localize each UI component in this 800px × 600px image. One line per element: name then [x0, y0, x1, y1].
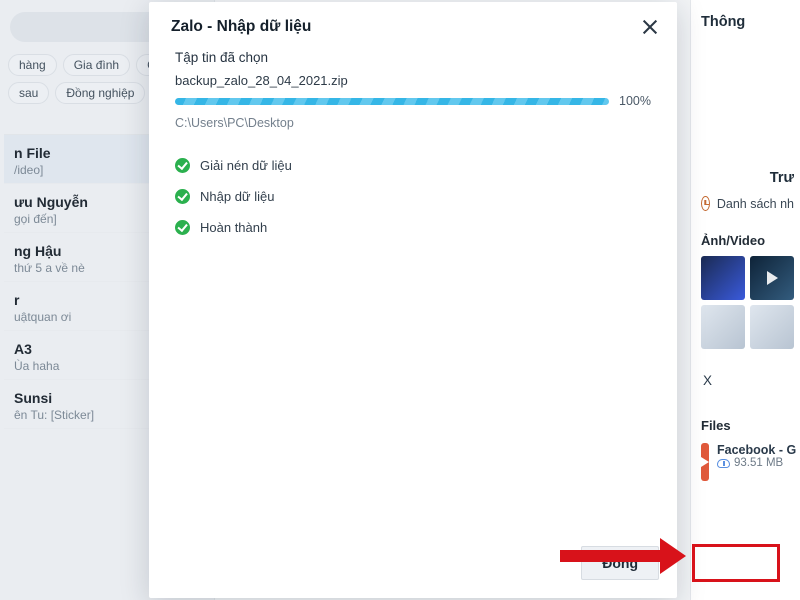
- step-label: Giải nén dữ liệu: [200, 158, 292, 173]
- tag-chip[interactable]: hàng: [8, 54, 57, 76]
- cloud-icon: [717, 459, 730, 468]
- file-path: C:\Users\PC\Desktop: [175, 116, 651, 130]
- show-more-link[interactable]: X: [701, 373, 794, 388]
- tag-chip[interactable]: sau: [8, 82, 49, 104]
- file-item[interactable]: Facebook - G 93.51 MB: [701, 443, 794, 481]
- play-icon: [750, 256, 794, 300]
- selected-file-label: Tập tin đã chọn: [175, 50, 651, 65]
- progress-fill: [175, 98, 609, 105]
- step-label: Hoàn thành: [200, 220, 267, 235]
- media-section-label: Ảnh/Video: [701, 233, 794, 248]
- recent-list-text: Danh sách nh: [717, 197, 794, 211]
- file-name: Facebook - G: [717, 443, 796, 457]
- check-icon: [175, 158, 190, 173]
- step-list: Giải nén dữ liệu Nhập dữ liệu Hoàn thành: [175, 158, 651, 235]
- file-type-icon: [701, 443, 709, 481]
- tag-chip[interactable]: Gia đình: [63, 54, 130, 76]
- clock-icon: [701, 196, 710, 211]
- media-grid: [701, 256, 794, 349]
- check-icon: [175, 189, 190, 204]
- media-thumb[interactable]: [750, 305, 794, 349]
- recent-list-link[interactable]: Danh sách nh: [701, 186, 794, 213]
- close-button[interactable]: Đóng: [581, 546, 659, 580]
- progress-bar: 100%: [175, 94, 651, 108]
- tag-chip[interactable]: Đồng nghiệp: [55, 82, 145, 104]
- close-icon[interactable]: [641, 18, 659, 36]
- step-item: Nhập dữ liệu: [175, 189, 651, 204]
- media-thumb[interactable]: [701, 256, 745, 300]
- media-thumb[interactable]: [750, 256, 794, 300]
- step-label: Nhập dữ liệu: [200, 189, 274, 204]
- media-thumb[interactable]: [701, 305, 745, 349]
- check-icon: [175, 220, 190, 235]
- selected-file-name: backup_zalo_28_04_2021.zip: [175, 73, 651, 88]
- file-size: 93.51 MB: [734, 457, 783, 469]
- files-section-label: Files: [701, 418, 794, 433]
- step-item: Hoàn thành: [175, 220, 651, 235]
- dialog-title: Zalo - Nhập dữ liệu: [171, 18, 641, 36]
- import-data-dialog: Zalo - Nhập dữ liệu Tập tin đã chọn back…: [149, 2, 677, 598]
- step-item: Giải nén dữ liệu: [175, 158, 651, 173]
- recent-label: Trư: [701, 170, 794, 186]
- info-panel: Thông Trư Danh sách nh Ảnh/Video X Files…: [690, 0, 800, 600]
- progress-percent: 100%: [619, 94, 651, 108]
- info-header: Thông: [701, 14, 794, 30]
